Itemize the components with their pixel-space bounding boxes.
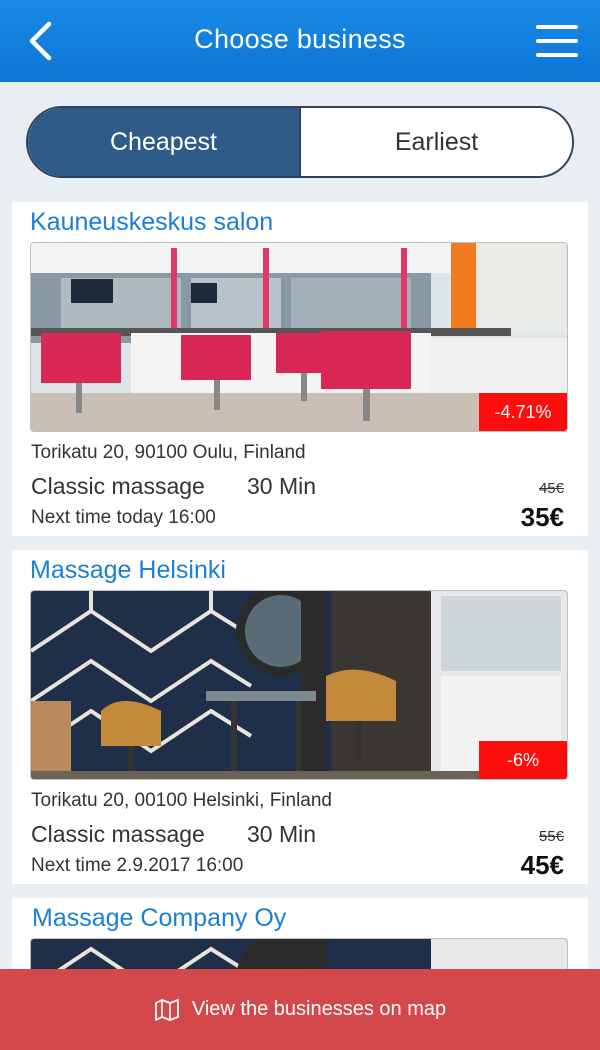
app-header: Choose business xyxy=(0,0,600,82)
hamburger-icon-bar xyxy=(536,53,578,57)
next-available-time: Next time 2.9.2017 16:00 xyxy=(31,855,244,876)
hamburger-icon-bar xyxy=(536,25,578,29)
hamburger-icon-bar xyxy=(536,39,578,43)
service-duration: 30 Min xyxy=(247,821,317,847)
page-title: Choose business xyxy=(194,24,406,54)
original-price: 55€ xyxy=(538,828,564,845)
business-photo[interactable]: -4.71% xyxy=(30,242,568,432)
sort-cheapest-button[interactable]: Cheapest xyxy=(28,108,299,176)
discounted-price: 35€ xyxy=(520,502,564,532)
business-name[interactable]: Kauneuskeskus salon xyxy=(30,208,273,237)
service-duration: 30 Min xyxy=(247,473,317,499)
discount-badge: -6% xyxy=(479,741,567,779)
business-name[interactable]: Massage Helsinki xyxy=(30,556,226,585)
business-address: Torikatu 20, 90100 Oulu, Finland xyxy=(31,442,306,463)
map-icon xyxy=(154,998,179,1021)
business-photo[interactable]: -6% xyxy=(30,590,568,780)
discount-badge: -4.71% xyxy=(479,393,567,431)
business-card[interactable]: Massage Helsinki -6% Torikatu 20, 00100 … xyxy=(12,550,588,884)
business-card[interactable]: Kauneuskeskus salon -4.71% Torikatu 20, … xyxy=(12,202,588,536)
sort-earliest-button[interactable]: Earliest xyxy=(299,108,572,176)
business-address: Torikatu 20, 00100 Helsinki, Finland xyxy=(31,790,333,811)
sort-toggle: Cheapest Earliest xyxy=(26,106,574,178)
next-available-time: Next time today 16:00 xyxy=(31,507,216,528)
service-name: Classic massage xyxy=(31,821,205,847)
business-card[interactable]: Massage Company Oy xyxy=(12,898,588,978)
discounted-price: 45€ xyxy=(520,850,564,880)
service-name: Classic massage xyxy=(31,473,205,499)
view-map-label: View the businesses on map xyxy=(191,998,447,1020)
menu-button[interactable] xyxy=(536,22,578,60)
view-map-button[interactable]: View the businesses on map xyxy=(0,969,600,1050)
business-name[interactable]: Massage Company Oy xyxy=(32,904,286,933)
original-price: 45€ xyxy=(538,480,564,497)
